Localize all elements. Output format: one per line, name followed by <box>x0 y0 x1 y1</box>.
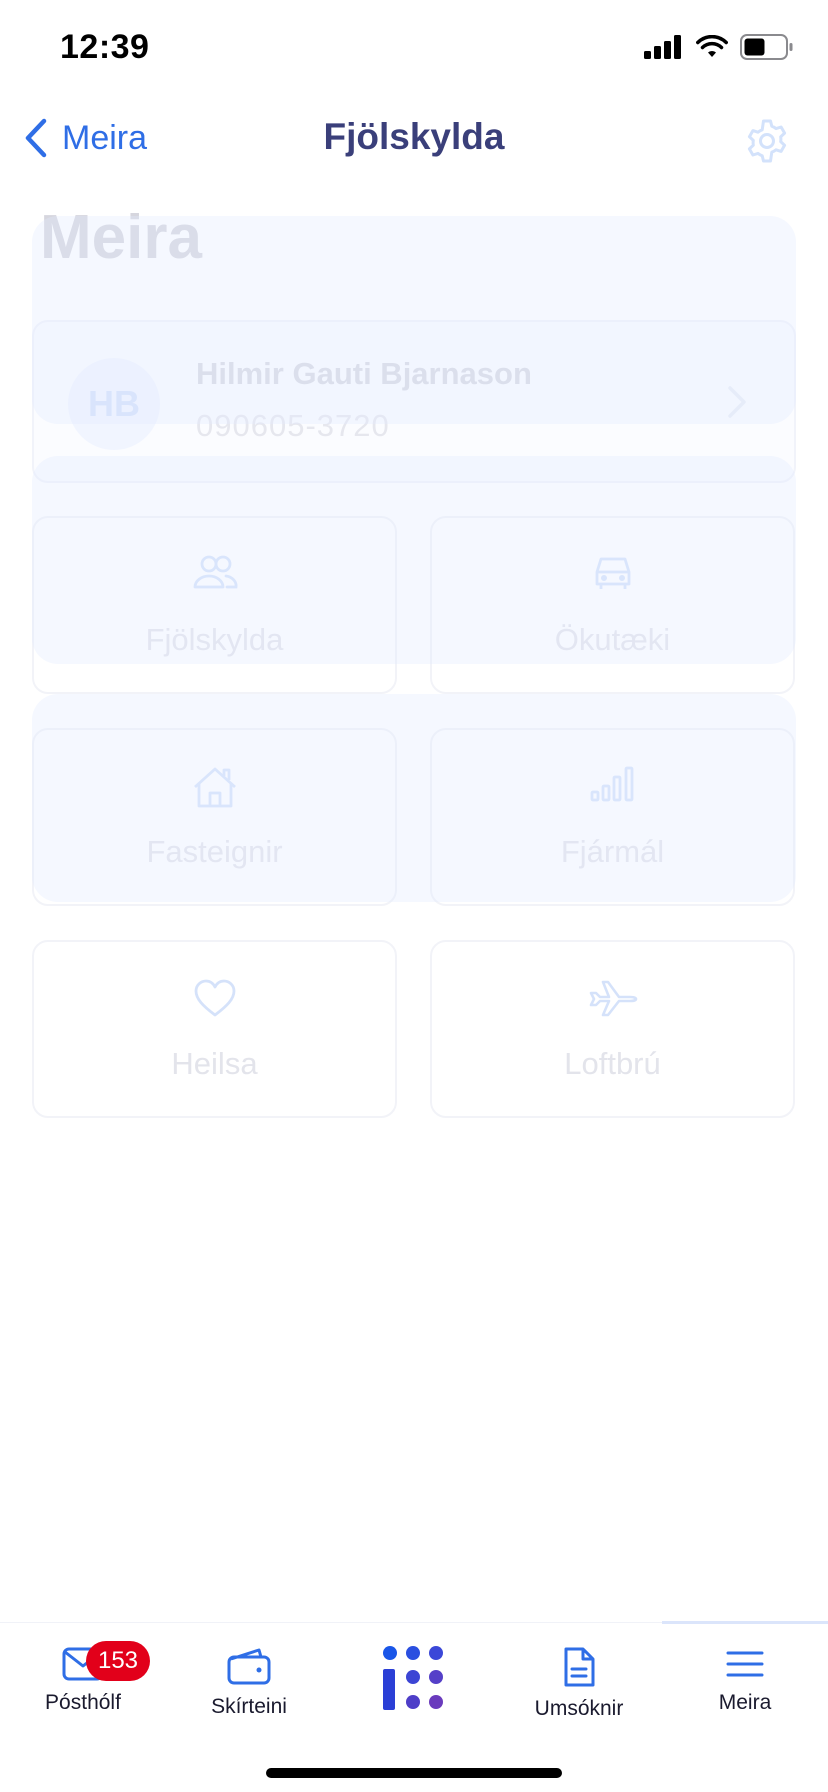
wifi-icon <box>696 35 728 57</box>
tab-label: Umsóknir <box>534 1697 624 1720</box>
unread-count-badge: 153 <box>86 1641 150 1681</box>
loading-skeleton-3 <box>32 694 796 902</box>
tab-bar: 153 Pósthólf Skírteini Umsóknir Meira <box>0 1621 828 1792</box>
home-indicator <box>266 1768 562 1778</box>
tab-label: Pósthólf <box>45 1691 121 1714</box>
tab-meira[interactable]: Meira <box>662 1647 828 1715</box>
tab-label: Meira <box>718 1691 772 1714</box>
tab-umsoknir[interactable]: Umsóknir <box>496 1647 662 1721</box>
tab-label: Skírteini <box>211 1695 287 1718</box>
page-title: Fjölskylda <box>323 116 505 157</box>
tile-label: Loftbrú <box>564 1046 661 1081</box>
tab-active-indicator <box>662 1621 828 1624</box>
tile-heilsa[interactable]: Heilsa <box>32 940 397 1118</box>
island-logo-icon <box>383 1646 443 1710</box>
navigation-bar: Meira Fjölskylda <box>0 100 828 180</box>
document-icon <box>564 1647 595 1687</box>
heart-icon <box>194 979 235 1017</box>
loading-skeleton-1 <box>32 216 796 424</box>
tab-skirteini[interactable]: Skírteini <box>166 1647 332 1719</box>
tab-posthólf[interactable]: 153 Pósthólf <box>0 1641 166 1715</box>
cellular-signal-icon <box>644 35 681 59</box>
tile-loftbru[interactable]: Loftbrú <box>430 940 795 1118</box>
tab-home[interactable] <box>332 1645 498 1711</box>
menu-icon <box>726 1651 764 1677</box>
status-bar: 12:39 <box>0 0 828 100</box>
battery-icon <box>740 34 793 60</box>
airplane-icon <box>589 980 637 1017</box>
gear-icon <box>747 119 787 163</box>
status-time: 12:39 <box>60 28 150 66</box>
loading-skeleton-2 <box>32 456 796 664</box>
tile-label: Heilsa <box>171 1046 258 1081</box>
settings-button[interactable] <box>744 118 790 169</box>
status-icons <box>644 34 794 60</box>
wallet-icon <box>227 1648 271 1685</box>
